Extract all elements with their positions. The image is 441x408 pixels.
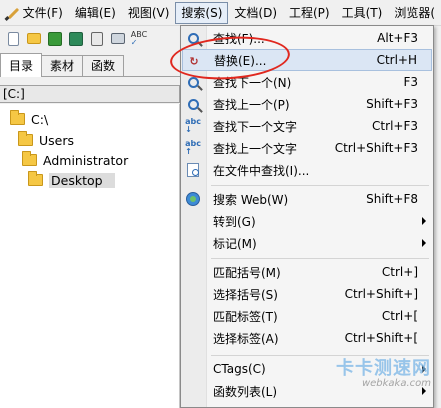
search-menu-dropdown: 查找(F)... Alt+F3 ↻ 替换(E)... Ctrl+H 查找下一个(…: [180, 25, 434, 408]
menu-item-match-tag[interactable]: 匹配标签(T) Ctrl+[: [182, 305, 432, 327]
submenu-arrow-icon: [422, 239, 426, 247]
submenu-arrow-icon: [422, 217, 426, 225]
menu-item-match-bracket[interactable]: 匹配括号(M) Ctrl+]: [182, 261, 432, 283]
menu-item-find-previous[interactable]: 查找上一个(P) Shift+F3: [182, 93, 432, 115]
web-search-icon: [185, 191, 201, 207]
menu-item-bookmarks[interactable]: 标记(M): [182, 232, 432, 254]
menu-item-search-web[interactable]: 搜索 Web(W) Shift+F8: [182, 188, 432, 210]
menu-project[interactable]: 工程(P): [283, 2, 336, 24]
tree-node-desktop[interactable]: Desktop: [28, 170, 115, 190]
drive-path-bar[interactable]: [C:]: [0, 85, 180, 103]
tab-assets[interactable]: 素材: [41, 55, 84, 76]
tab-functions[interactable]: 函数: [82, 55, 125, 76]
tree-node-users[interactable]: Users: [18, 130, 74, 150]
menu-item-find-next-word[interactable]: abc ↓ 查找下一个文字 Ctrl+F3: [182, 115, 432, 137]
menu-separator: [211, 258, 429, 259]
menu-browser[interactable]: 浏览器(: [388, 2, 441, 24]
menu-tools[interactable]: 工具(T): [336, 2, 389, 24]
toolbar: ABC ✓: [0, 27, 180, 50]
find-previous-icon: [185, 96, 201, 112]
folder-icon: [18, 131, 33, 146]
menu-edit[interactable]: 编辑(E): [69, 2, 122, 24]
menu-item-select-tag[interactable]: 选择标签(A) Ctrl+Shift+[: [182, 327, 432, 349]
save-icon[interactable]: [46, 30, 64, 48]
spellcheck-icon[interactable]: ABC ✓: [130, 30, 148, 48]
menu-view[interactable]: 视图(V): [122, 2, 176, 24]
folder-icon: [10, 110, 25, 125]
save-all-icon[interactable]: [67, 30, 85, 48]
new-file-icon[interactable]: [4, 30, 22, 48]
folder-icon: [22, 151, 37, 166]
find-next-word-icon: abc ↓: [185, 117, 201, 134]
menu-search[interactable]: 搜索(S): [175, 1, 229, 24]
print-icon[interactable]: [109, 30, 127, 48]
menu-document[interactable]: 文档(D): [228, 2, 283, 24]
menu-item-find-in-files[interactable]: 在文件中查找(I)...: [182, 159, 432, 181]
menu-bar: 文件(F) 编辑(E) 视图(V) 搜索(S) 文档(D) 工程(P) 工具(T…: [0, 0, 441, 26]
menu-item-select-bracket[interactable]: 选择括号(S) Ctrl+Shift+]: [182, 283, 432, 305]
folder-open-icon: [28, 171, 43, 186]
watermark: 卡卡测速网 webkaka.com: [336, 354, 431, 389]
cut-icon[interactable]: [88, 30, 106, 48]
menu-separator: [211, 185, 429, 186]
menu-item-find-previous-word[interactable]: abc ↑ 查找上一个文字 Ctrl+Shift+F3: [182, 137, 432, 159]
directory-tree: C:\ Users Administrator Desktop: [0, 104, 180, 408]
watermark-text: 卡卡测速网: [336, 358, 431, 379]
menu-file[interactable]: 文件(F): [17, 2, 69, 24]
sidebar-tabs: 目录 素材 函数: [0, 53, 180, 77]
find-previous-word-icon: abc ↑: [185, 139, 201, 156]
open-folder-icon[interactable]: [25, 30, 43, 48]
find-in-files-icon: [185, 162, 201, 178]
tab-directory[interactable]: 目录: [0, 53, 43, 77]
tree-node-c-drive[interactable]: C:\: [10, 109, 48, 129]
menu-item-goto[interactable]: 转到(G): [182, 210, 432, 232]
tree-node-administrator[interactable]: Administrator: [22, 150, 128, 170]
pencil-icon: [5, 5, 13, 21]
